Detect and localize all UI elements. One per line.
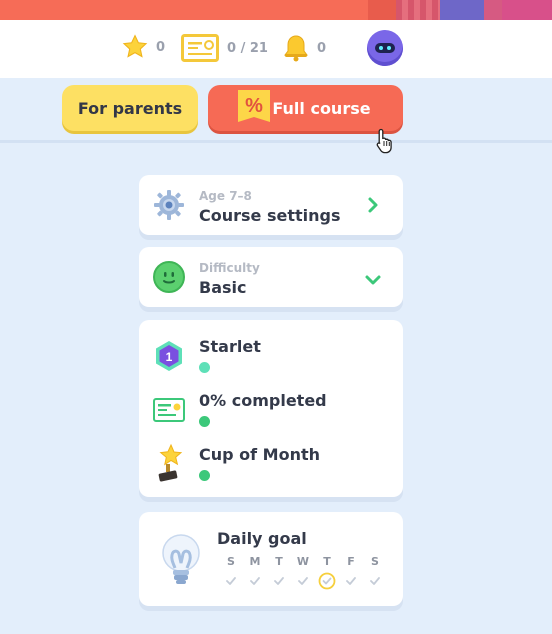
chevron-right-icon bbox=[367, 196, 379, 218]
day-label: W bbox=[296, 555, 310, 568]
progress-card: 1 Starlet 0% completed Cup of Month bbox=[139, 320, 403, 497]
starlet-label: Starlet bbox=[199, 337, 261, 356]
difficulty-value: Basic bbox=[199, 278, 247, 297]
for-parents-label: For parents bbox=[77, 98, 183, 118]
star-icon bbox=[122, 34, 148, 60]
top-banner bbox=[0, 0, 552, 20]
check-icon bbox=[267, 572, 291, 590]
gear-icon bbox=[153, 189, 185, 225]
stars-stat[interactable]: 0 bbox=[122, 34, 165, 60]
check-icon bbox=[339, 572, 363, 590]
course-settings-card[interactable]: Age 7–8 Course settings bbox=[139, 175, 403, 235]
cup-of-month-label: Cup of Month bbox=[199, 445, 321, 464]
starlet-badge-number: 1 bbox=[166, 350, 173, 364]
trophy-icon bbox=[153, 443, 185, 487]
difficulty-sub: Difficulty bbox=[199, 261, 260, 275]
avatar-visor bbox=[375, 43, 395, 53]
cup-of-month-status-dot bbox=[199, 470, 210, 481]
certificate-icon bbox=[181, 34, 219, 62]
stars-count: 0 bbox=[156, 39, 166, 55]
bell-icon bbox=[283, 34, 309, 62]
day-label: T bbox=[275, 555, 283, 568]
lightbulb-icon bbox=[159, 532, 203, 594]
daily-goal-title: Daily goal bbox=[217, 529, 307, 548]
weekday-labels: S M T W T F S bbox=[219, 555, 387, 568]
weekday-checks bbox=[219, 572, 387, 590]
check-icon bbox=[243, 572, 267, 590]
day-label: T bbox=[323, 555, 331, 568]
notifications-count: 0 bbox=[317, 40, 327, 56]
day-label: S bbox=[227, 555, 235, 568]
certificate-icon bbox=[153, 398, 185, 426]
stats-bar: 0 0 / 21 0 bbox=[0, 20, 552, 78]
smiley-icon bbox=[153, 261, 185, 297]
nav-strip: For parents % Full course bbox=[0, 78, 552, 143]
certificates-count: 0 / 21 bbox=[227, 40, 268, 56]
check-icon bbox=[291, 572, 315, 590]
completed-label: 0% completed bbox=[199, 391, 327, 410]
chevron-down-icon bbox=[364, 271, 382, 290]
avatar[interactable] bbox=[367, 30, 403, 66]
day-label: S bbox=[371, 555, 379, 568]
course-settings-sub: Age 7–8 bbox=[199, 189, 252, 203]
course-settings-title: Course settings bbox=[199, 206, 341, 225]
certificates-stat[interactable]: 0 / 21 bbox=[181, 34, 268, 62]
today-check-icon bbox=[315, 572, 339, 590]
notifications-stat[interactable]: 0 bbox=[283, 34, 326, 62]
check-icon bbox=[363, 572, 387, 590]
daily-goal-card[interactable]: Daily goal S M T W T F S bbox=[139, 512, 403, 606]
day-label: F bbox=[347, 555, 355, 568]
check-icon bbox=[219, 572, 243, 590]
full-course-button[interactable]: % Full course bbox=[208, 85, 403, 131]
for-parents-button[interactable]: For parents bbox=[62, 85, 198, 131]
starlet-status-dot bbox=[199, 362, 210, 373]
completed-status-dot bbox=[199, 416, 210, 427]
day-label: M bbox=[249, 555, 261, 568]
percent-badge-text: % bbox=[245, 95, 263, 117]
full-course-label: Full course bbox=[272, 98, 371, 118]
hexagon-badge-icon: 1 bbox=[154, 340, 184, 376]
pointer-cursor-icon bbox=[376, 128, 394, 158]
percent-icon: % bbox=[238, 90, 270, 126]
difficulty-card[interactable]: Difficulty Basic bbox=[139, 247, 403, 307]
